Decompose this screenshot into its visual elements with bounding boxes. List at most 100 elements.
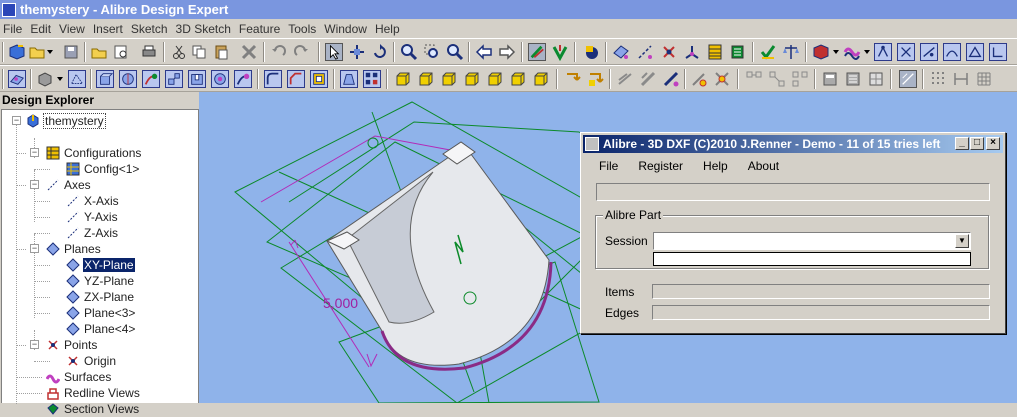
sketch-plane-icon[interactable] [8,70,26,88]
delete-icon[interactable] [240,43,258,61]
constraint-icon[interactable] [874,43,892,61]
markup-icon[interactable] [662,70,680,88]
grid-lines-icon[interactable] [975,70,993,88]
insert-component-icon[interactable] [690,70,708,88]
revolve-boss-icon[interactable] [119,70,137,88]
menu-3d-sketch[interactable]: 3D Sketch [174,22,237,36]
redline-icon[interactable] [639,70,657,88]
constraint-icon[interactable] [897,43,915,61]
tree-item-z-axis[interactable]: Z-Axis [66,225,119,241]
cut-icon[interactable] [170,43,188,61]
revolve-cut-icon[interactable] [211,70,229,88]
material-icon[interactable] [812,43,830,61]
constraint-icon[interactable] [989,43,1007,61]
tree-item-zx-plane[interactable]: ZX-Plane [66,289,135,305]
tree-item-configurations[interactable]: Configurations [46,145,142,161]
color-icon[interactable] [843,43,861,61]
print-preview-icon[interactable] [112,43,130,61]
normal-to-icon[interactable] [563,70,581,88]
extrude-boss-icon[interactable] [96,70,114,88]
parameters-icon[interactable] [729,43,747,61]
pan-icon[interactable] [348,43,366,61]
fillet-icon[interactable] [264,70,282,88]
chevron-down-icon[interactable]: ▼ [955,234,969,248]
zoom-window-icon[interactable] [423,43,441,61]
menu-file[interactable]: File [1,22,28,36]
insert-csys-icon[interactable] [683,43,701,61]
rotate-icon[interactable] [371,43,389,61]
constraint-icon[interactable] [920,43,938,61]
open-file-icon[interactable] [90,43,108,61]
align-icon[interactable] [745,70,763,88]
view-back-icon[interactable] [417,70,435,88]
tree-item-part[interactable]: themystery [26,113,106,129]
tree-item-config-1[interactable]: Config<1> [66,161,140,177]
save-icon[interactable] [62,43,80,61]
menu-edit[interactable]: Edit [28,22,57,36]
window-titlebar[interactable]: themystery - Alibre Design Expert [0,0,1017,19]
collapse-toggle[interactable]: − [30,340,39,349]
rotate-view-icon[interactable] [586,70,604,88]
view-right-icon[interactable] [509,70,527,88]
menu-sketch[interactable]: Sketch [129,22,174,36]
tree-item-redline-views[interactable]: Redline Views [46,385,141,401]
menu-insert[interactable]: Insert [91,22,129,36]
session-dropdown[interactable]: ▼ [653,232,971,250]
copy-icon[interactable] [190,43,208,61]
dialog-menu-register[interactable]: Register [638,159,683,173]
dialog-menu-about[interactable]: About [748,159,779,173]
draft-icon[interactable] [340,70,358,88]
close-button[interactable]: × [986,137,1000,150]
activate-sketch-icon[interactable] [551,43,569,61]
collapse-toggle[interactable]: − [12,116,21,125]
view-top-icon[interactable] [440,70,458,88]
print-icon[interactable] [140,43,158,61]
shell-icon[interactable] [310,70,328,88]
tree-item-x-axis[interactable]: X-Axis [66,193,120,209]
collapse-toggle[interactable]: − [30,180,39,189]
menu-view[interactable]: View [57,22,91,36]
view-front-icon[interactable] [394,70,412,88]
next-view-icon[interactable] [498,43,516,61]
tree-item-xy-plane[interactable]: XY-Plane [66,257,135,273]
pattern-icon[interactable] [363,70,381,88]
tree-item-y-axis[interactable]: Y-Axis [66,209,119,225]
menu-feature[interactable]: Feature [237,22,286,36]
view-isometric-icon[interactable] [532,70,550,88]
menu-window[interactable]: Window [322,22,373,36]
constraint-icon[interactable] [966,43,984,61]
view-bottom-icon[interactable] [463,70,481,88]
loft-boss-icon[interactable] [165,70,183,88]
snap-icon[interactable] [929,70,947,88]
dimension-label[interactable]: 5,000 [323,295,358,311]
dialog-menu-help[interactable]: Help [703,159,728,173]
properties-icon[interactable] [844,70,862,88]
undo-icon[interactable] [270,43,288,61]
extrude-cut-icon[interactable] [188,70,206,88]
tree-item-origin[interactable]: Origin [66,353,117,369]
dimension-icon[interactable] [952,70,970,88]
insert-plane-icon[interactable] [612,43,630,61]
zoom-fit-icon[interactable] [446,43,464,61]
view-left-icon[interactable] [486,70,504,88]
sweep-boss-icon[interactable] [142,70,160,88]
display-options-icon[interactable] [867,70,885,88]
collapse-toggle[interactable]: − [30,244,39,253]
tree-item-plane-3[interactable]: Plane<3> [66,305,136,321]
maximize-button[interactable]: □ [970,137,984,150]
tree-item-section-views[interactable]: Section Views [46,401,140,417]
insert-point-icon[interactable] [660,43,678,61]
measure-icon[interactable] [782,43,800,61]
menu-tools[interactable]: Tools [286,22,322,36]
display-mode-icon[interactable] [583,43,601,61]
dialog-menu-file[interactable]: File [599,159,618,173]
constraint-icon[interactable] [943,43,961,61]
orient-icon[interactable] [791,70,809,88]
sweep-cut-icon[interactable] [234,70,252,88]
tree-item-planes[interactable]: Planes [46,241,102,257]
minimize-button[interactable]: _ [955,137,969,150]
select-arrow-icon[interactable] [325,43,343,61]
mate-icon[interactable] [768,70,786,88]
check-design-icon[interactable] [759,43,777,61]
menu-help[interactable]: Help [373,22,406,36]
